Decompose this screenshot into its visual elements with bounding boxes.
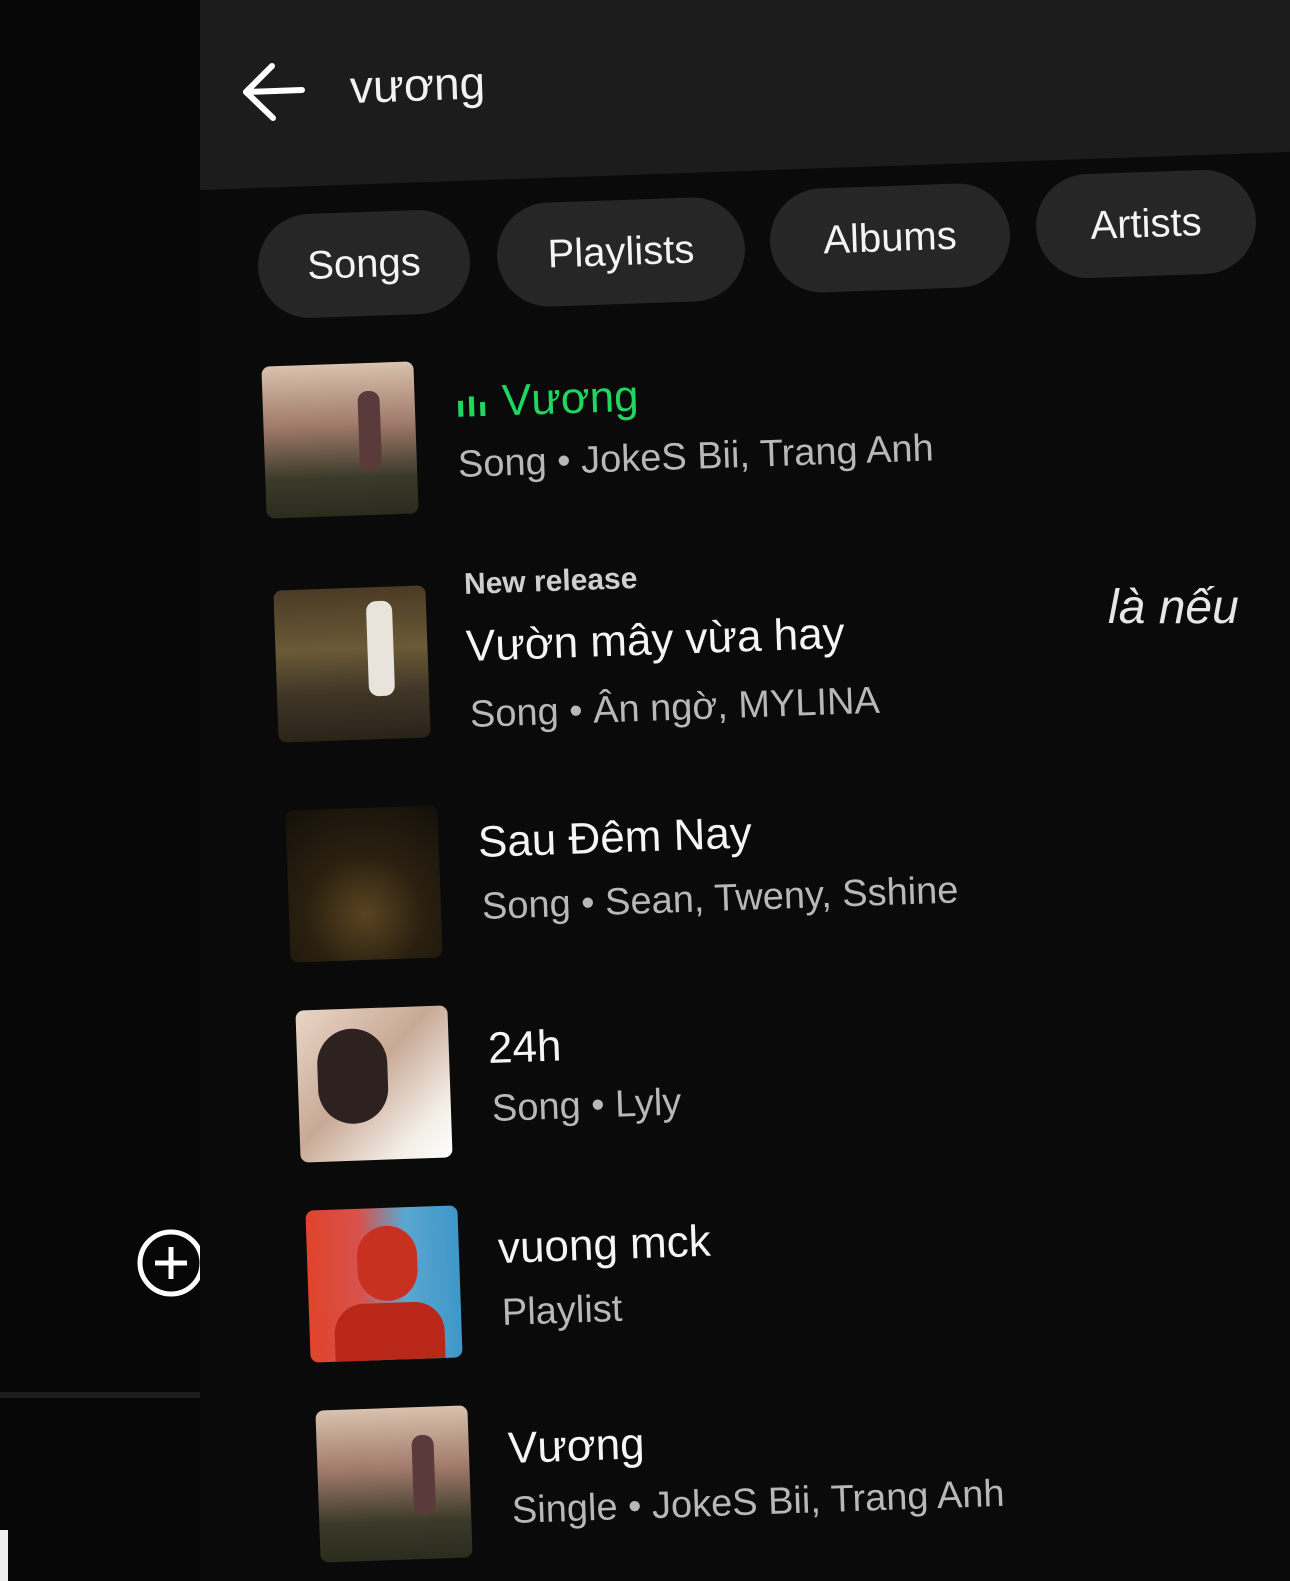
filter-chip-songs[interactable]: Songs — [256, 208, 472, 320]
plus-circle-icon[interactable] — [136, 1228, 206, 1298]
cover-art — [261, 361, 419, 519]
equalizer-bars-icon — [457, 396, 486, 418]
edge-indicator — [0, 1530, 8, 1581]
filter-chip-artists[interactable]: Artists — [1034, 168, 1258, 280]
result-title: 24h — [487, 1021, 563, 1073]
cover-art — [305, 1205, 463, 1363]
screen: vương Songs Playlists Albums Artists Vươ… — [0, 0, 1290, 1581]
cover-art — [273, 585, 431, 743]
chip-label: Songs — [306, 239, 422, 288]
result-title: Vương — [455, 372, 639, 428]
search-input[interactable]: vương — [349, 55, 486, 114]
arrow-left-icon[interactable] — [240, 58, 308, 126]
new-release-badge: New release — [463, 561, 638, 601]
result-subtitle: Song • Lyly — [491, 1081, 682, 1130]
chip-label: Artists — [1089, 199, 1203, 248]
overlay-caption: là nếu — [1108, 581, 1239, 634]
left-sidebar — [0, 0, 200, 1581]
cover-art — [295, 1005, 453, 1163]
filter-chip-albums[interactable]: Albums — [768, 181, 1012, 295]
chip-label: Playlists — [546, 226, 696, 277]
chip-label: Albums — [822, 213, 958, 262]
result-title: vuong mck — [497, 1216, 712, 1273]
cover-art — [285, 805, 443, 963]
result-title: Vương — [507, 1419, 646, 1473]
result-subtitle: Playlist — [501, 1287, 624, 1334]
cover-art — [315, 1405, 473, 1563]
result-title: Sau Đêm Nay — [477, 808, 753, 867]
sidebar-divider — [0, 1392, 218, 1398]
filter-chip-playlists[interactable]: Playlists — [495, 195, 747, 309]
result-title-text: Vương — [501, 371, 640, 426]
